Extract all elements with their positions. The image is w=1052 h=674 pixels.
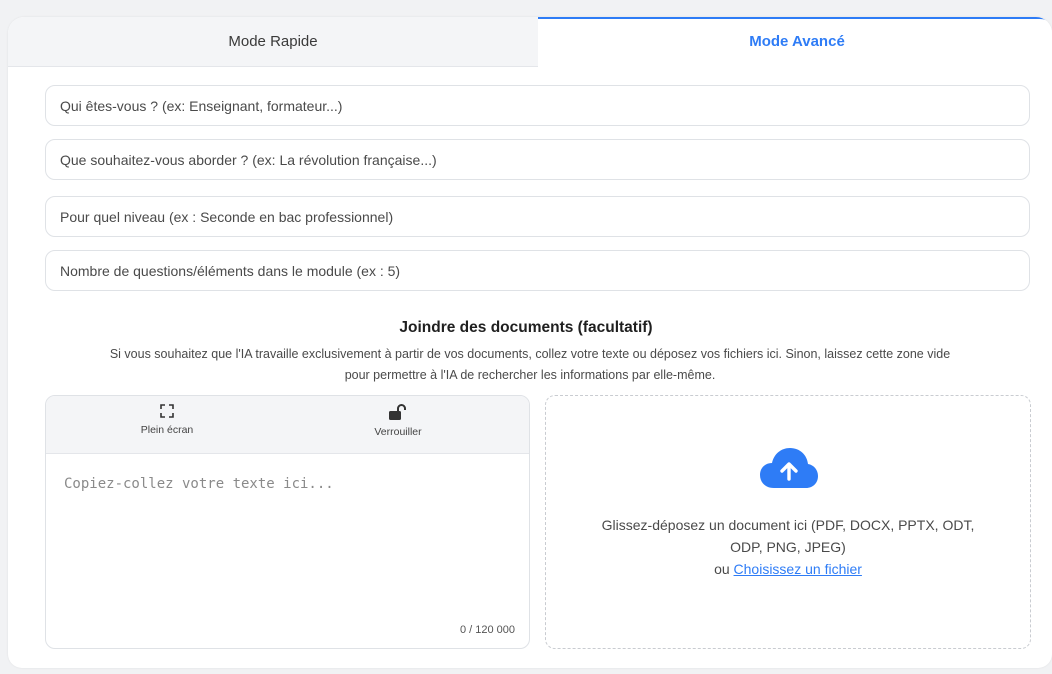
dropzone-text: Glissez-déposez un document ici (PDF, DO… [546, 514, 1030, 580]
editor-toolbar: Plein écran Verrouiller [46, 396, 529, 454]
attach-documents-title: Joindre des documents (facultatif) [399, 319, 653, 336]
generator-card: Mode Rapide Mode Avancé Joindre des docu… [8, 17, 1052, 668]
who-input[interactable] [45, 85, 1030, 126]
lock-button[interactable]: Verrouiller [338, 404, 458, 438]
dropzone-or-text: ou [714, 561, 734, 577]
tab-advanced-mode[interactable]: Mode Avancé [538, 17, 1052, 67]
file-dropzone[interactable]: Glissez-déposez un document ici (PDF, DO… [545, 395, 1031, 649]
cloud-upload-icon [760, 448, 818, 488]
paste-text-area[interactable] [46, 454, 529, 604]
attach-documents-description-line1: Si vous souhaitez que l'IA travaille exc… [109, 347, 951, 361]
dropzone-line2: ODP, PNG, JPEG) [730, 539, 846, 555]
level-input[interactable] [45, 196, 1030, 237]
mode-tabs: Mode Rapide Mode Avancé [8, 17, 1052, 67]
attach-documents-description-line2: pour permettre à l'IA de rechercher les … [344, 368, 716, 382]
question-count-input[interactable] [45, 250, 1030, 291]
dropzone-line3: ou Choisissez un fichier [546, 558, 1030, 580]
dropzone-line1: Glissez-déposez un document ici (PDF, DO… [601, 517, 975, 533]
fullscreen-label: Plein écran [140, 424, 194, 436]
text-editor: Plein écran Verrouiller 0 / 120 000 [45, 395, 530, 649]
choose-file-link[interactable]: Choisissez un fichier [734, 561, 862, 577]
attach-documents-description: Si vous souhaitez que l'IA travaille exc… [8, 344, 1052, 386]
fullscreen-button[interactable]: Plein écran [107, 404, 227, 436]
unlock-icon [389, 404, 406, 420]
fullscreen-icon [160, 404, 174, 418]
character-counter: 0 / 120 000 [459, 624, 515, 636]
lock-label: Verrouiller [374, 426, 422, 438]
tab-quick-mode[interactable]: Mode Rapide [8, 17, 538, 67]
topic-input[interactable] [45, 139, 1030, 180]
